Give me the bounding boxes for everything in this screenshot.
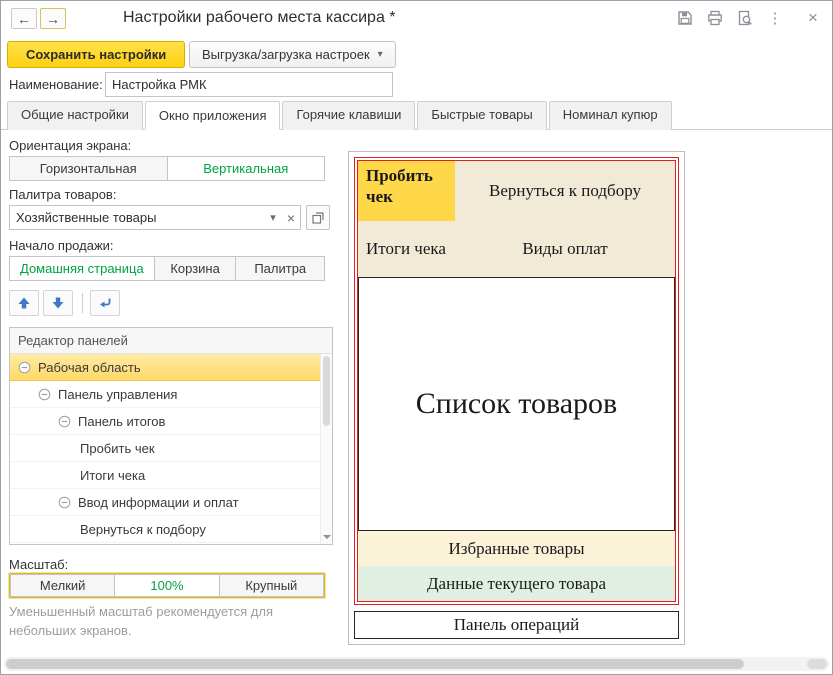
preview-check-totals-cell[interactable]: Итоги чека (358, 221, 455, 277)
page-title: Настройки рабочего места кассира * (123, 9, 396, 27)
toolbar-separator (82, 293, 83, 313)
tree-item-label: Вернуться к подбору (80, 522, 206, 537)
scale-option-100[interactable]: 100% (115, 574, 219, 597)
more-icon[interactable]: ⋮ (766, 9, 784, 27)
get-link-icon[interactable] (736, 9, 754, 27)
preview-current-item-cell[interactable]: Данные текущего товара (358, 566, 675, 601)
export-import-label: Выгрузка/загрузка настроек (202, 47, 370, 62)
tree-item-totals-panel[interactable]: Панель итогов (10, 408, 332, 435)
arrow-down-icon (51, 296, 65, 310)
open-list-icon (312, 212, 324, 224)
start-sale-toggle: Домашняя страница Корзина Палитра (9, 256, 325, 281)
combo-dropdown-icon[interactable]: ▾ (264, 206, 282, 229)
tree-header: Редактор панелей (10, 328, 332, 354)
orientation-toggle: Горизонтальная Вертикальная (9, 156, 325, 181)
preview-favorites-cell[interactable]: Избранные товары (358, 531, 675, 566)
back-button[interactable]: ← (11, 8, 37, 29)
tab-hotkeys[interactable]: Горячие клавиши (282, 101, 415, 130)
preview-product-list-cell[interactable]: Список товаров (358, 277, 675, 531)
titlebar: ← → Настройки рабочего места кассира * ⋮… (1, 1, 832, 35)
scale-option-small[interactable]: Мелкий (10, 574, 115, 597)
titlebar-actions: ⋮ × (676, 9, 822, 27)
horizontal-scrollbar-thumb[interactable] (6, 659, 744, 669)
close-icon[interactable]: × (804, 9, 822, 27)
scale-label: Масштаб: (9, 557, 68, 572)
collapse-icon[interactable] (58, 496, 71, 509)
scale-hint-text: Уменьшенный масштаб рекомендуется для не… (9, 603, 333, 641)
palette-open-button[interactable] (306, 205, 330, 230)
scroll-down-icon[interactable] (321, 530, 333, 544)
orientation-option-vertical[interactable]: Вертикальная (168, 156, 326, 181)
collapse-icon[interactable] (58, 415, 71, 428)
move-down-button[interactable] (43, 290, 73, 316)
tab-banknotes[interactable]: Номинал купюр (549, 101, 672, 130)
forward-button[interactable]: → (40, 8, 66, 29)
return-arrow-icon (98, 296, 112, 310)
start-option-cart[interactable]: Корзина (155, 256, 237, 281)
combo-clear-icon[interactable]: × (282, 206, 300, 229)
panel-editor-tree: Редактор панелей Рабочая область Панель … (9, 327, 333, 545)
start-option-palette[interactable]: Палитра (236, 256, 325, 281)
layout-preview: Пробить чек Вернуться к подбору Итоги че… (348, 151, 685, 645)
palette-combo[interactable]: Хозяйственные товары ▾ × (9, 205, 301, 230)
settings-window: ← → Настройки рабочего места кассира * ⋮… (0, 0, 833, 675)
tab-application-window[interactable]: Окно приложения (145, 101, 281, 130)
arrow-up-icon (17, 296, 31, 310)
tree-toolbar (9, 290, 120, 316)
tree-item-control-panel[interactable]: Панель управления (10, 381, 332, 408)
scale-option-large[interactable]: Крупный (220, 574, 324, 597)
back-arrow-icon: ← (17, 11, 31, 27)
start-option-home[interactable]: Домашняя страница (9, 256, 155, 281)
preview-frame-inner: Пробить чек Вернуться к подбору Итоги че… (357, 160, 676, 602)
preview-frame: Пробить чек Вернуться к подбору Итоги че… (354, 157, 679, 605)
tree-item-label: Панель итогов (78, 414, 165, 429)
tree-scrollbar-thumb[interactable] (323, 356, 330, 426)
tab-strip: Общие настройки Окно приложения Горячие … (1, 102, 832, 130)
chevron-down-icon: ▾ (378, 49, 383, 60)
tree-item-check-totals[interactable]: Итоги чека (10, 462, 332, 489)
tab-general-settings[interactable]: Общие настройки (7, 101, 143, 130)
tree-item-work-area[interactable]: Рабочая область (10, 354, 332, 381)
forward-arrow-icon: → (46, 11, 60, 27)
collapse-icon[interactable] (18, 361, 31, 374)
tree-scrollbar[interactable] (320, 354, 332, 544)
tree-item-label: Рабочая область (38, 360, 141, 375)
tree-item-label: Ввод информации и оплат (78, 495, 239, 510)
scale-toggle: Мелкий 100% Крупный (9, 573, 325, 598)
name-input[interactable] (105, 72, 393, 97)
save-icon[interactable] (676, 9, 694, 27)
tree-item-label: Панель управления (58, 387, 177, 402)
print-icon[interactable] (706, 9, 724, 27)
tree-item-punch-check[interactable]: Пробить чек (10, 435, 332, 462)
tree-item-label: Пробить чек (80, 441, 155, 456)
palette-field: Хозяйственные товары ▾ × (9, 205, 330, 230)
move-up-button[interactable] (9, 290, 39, 316)
tree-item-label: Итоги чека (80, 468, 145, 483)
name-label: Наименование: (9, 77, 103, 92)
tree-item-back-to-selection[interactable]: Вернуться к подбору (10, 516, 332, 543)
preview-back-to-selection-cell[interactable]: Вернуться к подбору (455, 161, 675, 221)
preview-punch-check-cell[interactable]: Пробить чек (358, 161, 455, 221)
palette-label: Палитра товаров: (9, 187, 116, 202)
orientation-option-horizontal[interactable]: Горизонтальная (9, 156, 168, 181)
orientation-label: Ориентация экрана: (9, 138, 131, 153)
save-settings-button[interactable]: Сохранить настройки (7, 41, 185, 68)
tree-item-input-and-payment[interactable]: Ввод информации и оплат (10, 489, 332, 516)
collapse-icon[interactable] (38, 388, 51, 401)
horizontal-scrollbar-end[interactable] (807, 659, 827, 669)
preview-operations-panel-cell[interactable]: Панель операций (354, 611, 679, 639)
tab-quick-goods[interactable]: Быстрые товары (417, 101, 546, 130)
horizontal-scrollbar[interactable] (4, 657, 829, 671)
preview-payment-types-cell[interactable]: Виды оплат (455, 221, 675, 277)
start-sale-label: Начало продажи: (9, 238, 114, 253)
preview-top-panel: Пробить чек Вернуться к подбору Итоги че… (358, 161, 675, 277)
export-import-button[interactable]: Выгрузка/загрузка настроек ▾ (189, 41, 396, 68)
palette-value: Хозяйственные товары (10, 210, 264, 225)
reset-layout-button[interactable] (90, 290, 120, 316)
